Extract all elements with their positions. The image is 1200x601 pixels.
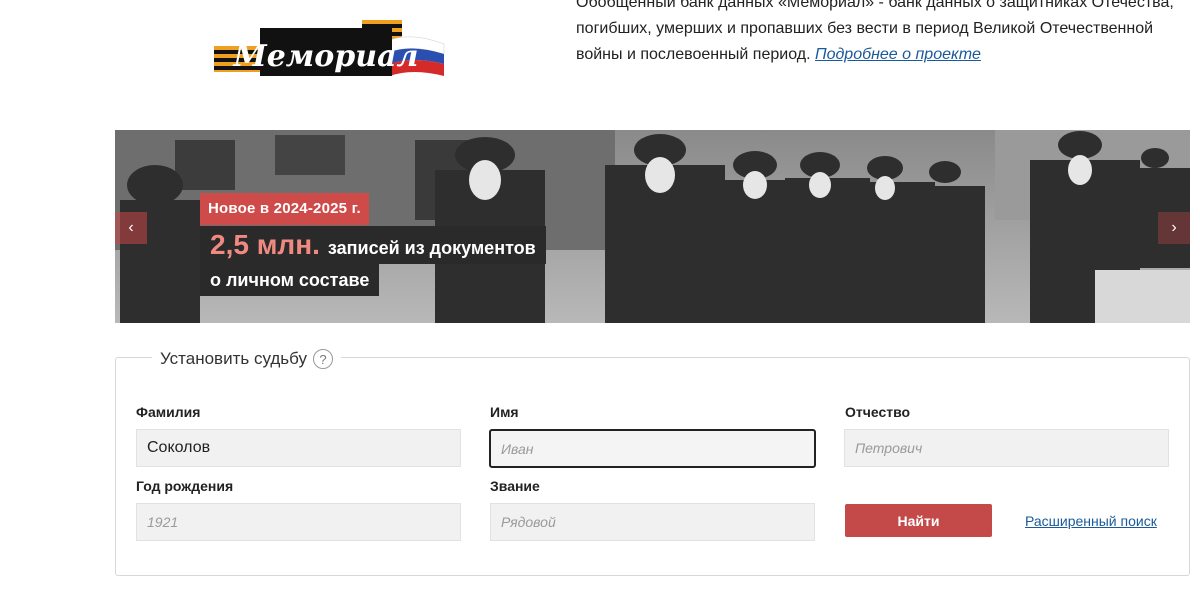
intro-text: Обобщенный банк данных «Мемориал» - банк… [576,0,1186,68]
birth-year-placeholder: 1921 [147,514,179,530]
rank-placeholder: Рядовой [501,514,556,530]
banner-highlight: 2,5 млн. [210,229,320,260]
rank-input[interactable]: Рядовой [490,503,815,541]
surname-value: Соколов [147,439,211,456]
advanced-search-link[interactable]: Расширенный поиск [1025,513,1157,529]
birth-year-label: Год рождения [136,478,234,494]
logo-text: Мемориал [232,39,418,74]
banner-headline-text: записей из документов [327,238,536,258]
find-button[interactable]: Найти [845,504,992,537]
about-project-link[interactable]: Подробнее о проекте [815,46,981,63]
search-panel-title: Установить судьбу ? [152,347,342,371]
banner-prev-arrow[interactable]: ‹ [115,212,147,244]
news-badge: Новое в 2024-2025 г. [200,193,369,225]
name-input[interactable]: Иван [489,429,816,468]
name-label: Имя [490,404,519,420]
memorial-logo[interactable]: Мемориал [212,14,448,90]
banner-subline: о личном составе [200,264,380,296]
patronymic-placeholder: Петрович [855,440,923,456]
banner-headline: 2,5 млн. записей из документов [200,226,546,264]
banner-next-arrow[interactable]: › [1158,212,1190,244]
search-panel-title-text: Установить судьбу [160,349,308,368]
surname-label: Фамилия [136,404,201,420]
name-placeholder: Иван [501,441,534,457]
patronymic-label: Отчество [845,404,911,420]
help-icon[interactable]: ? [313,349,334,369]
surname-input[interactable]: Соколов [136,429,461,467]
rank-label: Звание [490,478,540,494]
patronymic-input[interactable]: Петрович [844,429,1169,467]
birth-year-input[interactable]: 1921 [136,503,461,541]
